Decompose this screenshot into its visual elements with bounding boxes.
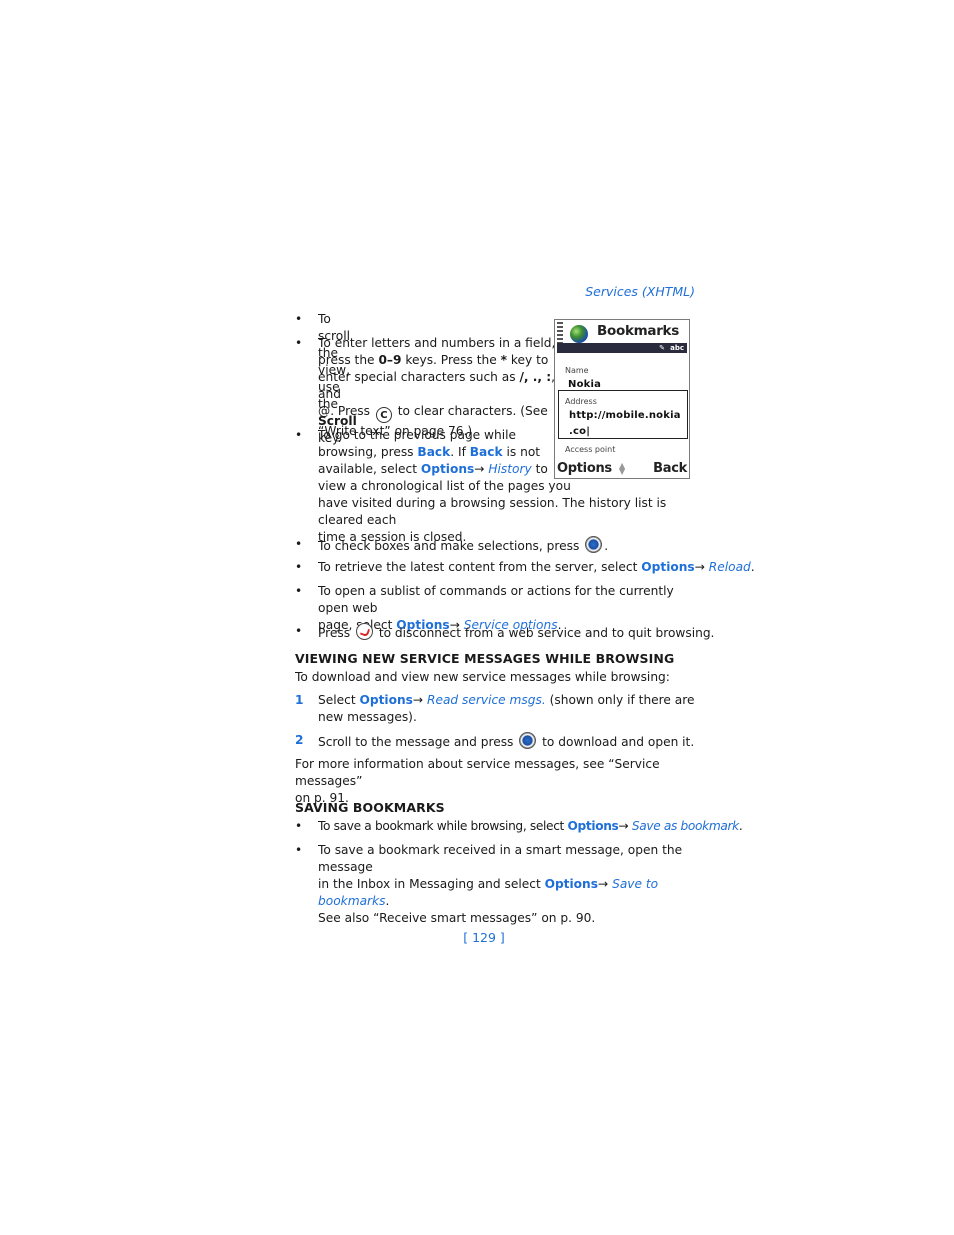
options-command: Options (641, 560, 695, 574)
end-key-icon (355, 623, 373, 640)
bullet-text: To retrieve the latest content from the … (318, 559, 755, 576)
text: key to (507, 353, 549, 367)
text: press the (318, 353, 379, 367)
bullet-dot: • (295, 819, 303, 833)
text: to (531, 462, 548, 476)
special-chars: /, ., : (519, 370, 552, 384)
text: available, select (318, 462, 421, 476)
bullet-dot: • (295, 624, 303, 638)
text: (shown only if there are (545, 693, 695, 707)
options-command: Options (359, 693, 413, 707)
text: keys. Press the (401, 353, 501, 367)
text: Scroll to the message and press (318, 735, 518, 749)
text: To save a bookmark while browsing, selec… (318, 819, 568, 833)
line: @. Press C to clear characters. (See (318, 403, 558, 423)
line: To save a bookmark received in a smart m… (318, 843, 683, 874)
page-number: [ 129 ] (463, 930, 505, 945)
navigation-key-icon (585, 536, 603, 553)
line: See also “Receive smart messages” on p. … (318, 911, 596, 925)
navigation-key-icon (519, 732, 537, 749)
step-number: 1 (295, 693, 304, 707)
text: enter special characters such as (318, 370, 520, 384)
text: Select (318, 693, 360, 707)
text: To check boxes and make selections, pres… (318, 539, 584, 553)
bullet-text: To save a bookmark while browsing, selec… (318, 818, 743, 835)
phone-status-bar: ✎ abc (557, 343, 687, 353)
line: new messages). (318, 710, 417, 724)
bullet-dot: • (295, 336, 303, 350)
bullet-text: To save a bookmark received in a smart m… (318, 842, 703, 927)
line: view a chronological list of the pages y… (318, 479, 571, 493)
line: press the 0–9 keys. Press the * key to (318, 352, 558, 369)
clear-key-icon: C (375, 407, 392, 423)
text: . (604, 539, 609, 553)
section-heading-service-messages: VIEWING NEW SERVICE MESSAGES WHILE BROWS… (295, 651, 675, 666)
bullet-dot: • (295, 584, 303, 598)
arrow: → (474, 462, 489, 476)
bullet-dot: • (295, 560, 303, 574)
bullet-text: To go to the previous page while browsin… (318, 427, 698, 546)
phone-title: Bookmarks (597, 323, 679, 339)
text: Press (318, 626, 354, 640)
bullet-text: Press to disconnect from a web service a… (318, 623, 714, 642)
text: browsing, press (318, 445, 418, 459)
line: For more information about service messa… (295, 757, 660, 788)
globe-icon (570, 325, 588, 343)
pen-icon: ✎ (659, 344, 665, 352)
bullet-text: To enter letters and numbers in a field,… (318, 335, 558, 440)
bullet-dot: • (295, 537, 303, 551)
line: Select Options→ Read service msgs. (show… (318, 692, 698, 709)
arrow: → (412, 693, 427, 707)
history-command: History (488, 462, 532, 476)
line: in the Inbox in Messaging and select Opt… (318, 876, 703, 910)
line: browsing, press Back. If Back is not (318, 444, 698, 461)
text: to clear characters. (See (393, 404, 548, 418)
text: . If (450, 445, 470, 459)
back-command: Back (417, 445, 451, 459)
text: . (738, 819, 743, 833)
line: To open a sublist of commands or actions… (318, 584, 674, 615)
line: To go to the previous page while (318, 428, 517, 442)
bullet-dot: • (295, 428, 303, 442)
bullet-text: To check boxes and make selections, pres… (318, 536, 608, 555)
arrow: → (694, 560, 709, 574)
back-command: Back (469, 445, 503, 459)
read-service-msgs-command: Read service msgs. (426, 693, 546, 707)
line: available, select Options→ History to (318, 461, 698, 478)
bullet-dot: • (295, 312, 303, 326)
reload-command: Reload (708, 560, 751, 574)
bullet-dot: • (295, 843, 303, 857)
line: have visited during a browsing session. … (318, 496, 667, 527)
arrow: → (598, 877, 613, 891)
step-text: Scroll to the message and press to downl… (318, 732, 694, 751)
line: enter special characters such as /, ., :… (318, 369, 558, 403)
text: to download and open it. (538, 735, 695, 749)
input-mode: abc (670, 344, 684, 352)
step-number: 2 (295, 733, 304, 747)
arrow: → (618, 819, 632, 833)
section-heading-saving-bookmarks: SAVING BOOKMARKS (295, 800, 445, 815)
step-text: Select Options→ Read service msgs. (show… (318, 692, 698, 726)
text: . (750, 560, 755, 574)
intro-paragraph: To download and view new service message… (295, 670, 670, 684)
text: To retrieve the latest content from the … (318, 560, 642, 574)
save-as-bookmark-command: Save as bookmark (631, 819, 739, 833)
text: in the Inbox in Messaging and select (318, 877, 545, 891)
options-command: Options (420, 462, 475, 476)
line: To enter letters and numbers in a field, (318, 336, 556, 350)
text: to disconnect from a web service and to … (374, 626, 715, 640)
running-header: Services (XHTML) (585, 284, 695, 299)
text: @. Press (318, 404, 374, 418)
text: . (385, 894, 390, 908)
options-command: Options (567, 819, 619, 833)
address-value-line1: http://mobile.nokia (569, 410, 681, 421)
options-command: Options (544, 877, 598, 891)
text: is not (502, 445, 541, 459)
key-name: 0–9 (378, 353, 402, 367)
